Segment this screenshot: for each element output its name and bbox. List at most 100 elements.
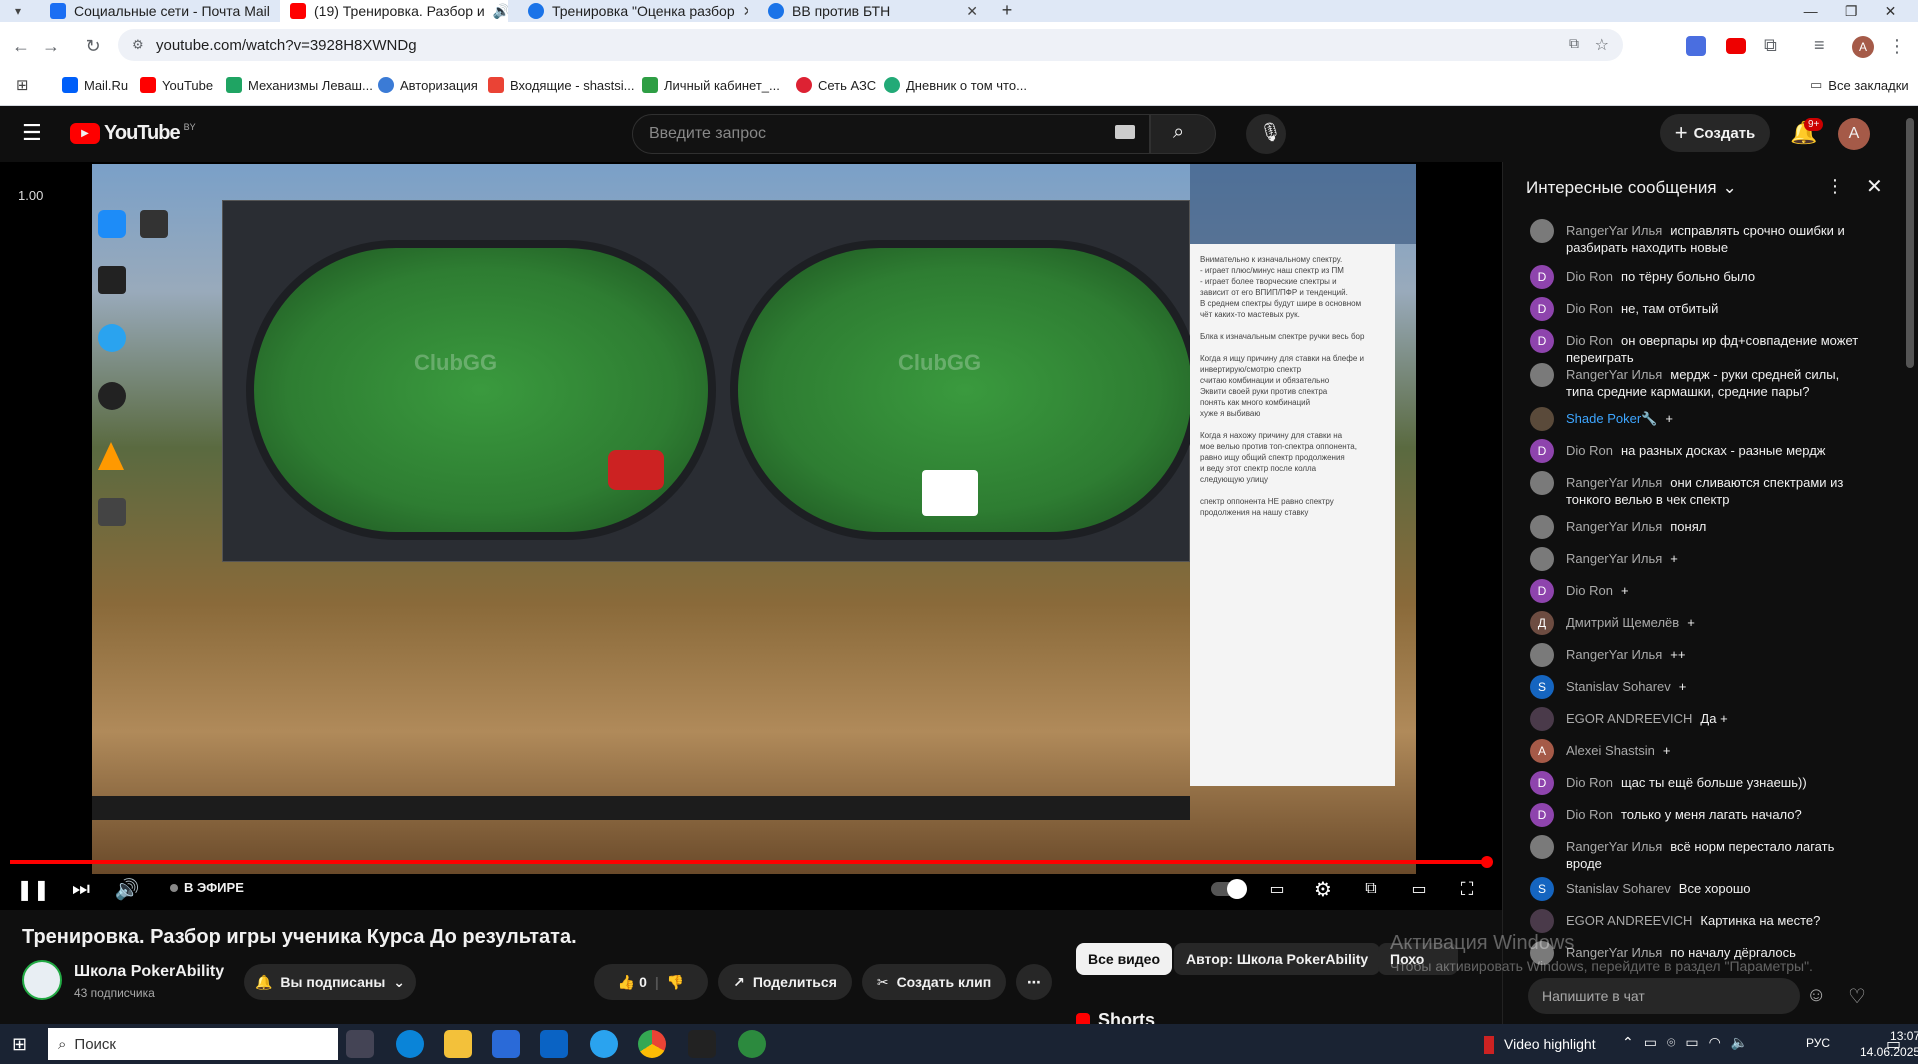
tray-app-icon[interactable]: ▭ xyxy=(1644,1034,1657,1051)
bookmark-star-icon[interactable]: ☆ xyxy=(1595,35,1609,55)
scrollbar-thumb[interactable] xyxy=(1906,118,1914,368)
bookmark-item[interactable]: Личный кабинет_... xyxy=(642,75,780,95)
theater-mode-icon[interactable]: ▭ xyxy=(1404,874,1434,904)
task-view-icon[interactable] xyxy=(346,1030,374,1058)
chat-message[interactable]: RangerYar Илья + xyxy=(1530,547,1870,571)
voice-search-button[interactable]: 🎙 xyxy=(1246,114,1286,154)
chat-author-avatar[interactable] xyxy=(1530,471,1554,495)
bookmark-item[interactable]: Авторизация xyxy=(378,75,478,95)
volume-icon[interactable]: 🔊 xyxy=(112,874,142,904)
profile-avatar[interactable]: A xyxy=(1852,36,1874,58)
tab-search-icon[interactable]: ▾ xyxy=(4,0,32,22)
new-tab-icon[interactable]: + xyxy=(996,0,1018,22)
chat-message[interactable]: Shade Poker🔧 + xyxy=(1530,407,1870,431)
account-avatar[interactable]: A xyxy=(1838,118,1870,150)
chat-input[interactable]: Напишите в чат xyxy=(1528,978,1800,1014)
notification-center-icon[interactable]: ▭ xyxy=(1886,1034,1901,1054)
maximize-icon[interactable]: ❐ xyxy=(1845,3,1858,20)
chat-author-name[interactable]: Dio Ron xyxy=(1566,775,1613,790)
chat-author-avatar[interactable] xyxy=(1530,909,1554,933)
autoplay-toggle[interactable] xyxy=(1206,874,1250,904)
chat-author-avatar[interactable]: D xyxy=(1530,579,1554,603)
channel-avatar[interactable] xyxy=(22,960,62,1000)
chat-author-name[interactable]: Dio Ron xyxy=(1566,807,1613,822)
chat-author-avatar[interactable] xyxy=(1530,407,1554,431)
bookmark-item[interactable]: YouTube xyxy=(140,75,213,95)
chat-message[interactable]: EGOR ANDREEVICH Да + xyxy=(1530,707,1870,731)
chat-author-avatar[interactable]: S xyxy=(1530,675,1554,699)
chat-message[interactable]: D Dio Ron на разных досках - разные мердж xyxy=(1530,439,1870,463)
taskbar-search[interactable]: ⌕ Поиск xyxy=(48,1028,338,1060)
bookmark-item[interactable]: Mail.Ru xyxy=(62,75,128,95)
chrome-icon[interactable] xyxy=(638,1030,666,1058)
tab-training[interactable]: Тренировка "Оценка разбор ✕ xyxy=(518,0,748,22)
heart-icon[interactable]: ♡ xyxy=(1848,984,1866,1009)
chat-message[interactable]: D Dio Ron только у меня лагать начало? xyxy=(1530,803,1870,827)
edge-icon[interactable] xyxy=(396,1030,424,1058)
store-icon[interactable] xyxy=(492,1030,520,1058)
all-bookmarks[interactable]: ▭ Все закладки xyxy=(1810,75,1909,95)
youtube-extension-icon[interactable] xyxy=(1726,38,1746,54)
chat-message[interactable]: RangerYar Илья всё норм перестало лагать … xyxy=(1530,835,1870,872)
extensions-icon[interactable]: ⧉ xyxy=(1764,35,1777,56)
youtube-logo[interactable]: ▶ YouTube BY xyxy=(70,122,196,145)
chat-author-avatar[interactable]: S xyxy=(1530,877,1554,901)
windows-start-icon[interactable]: ⊞ xyxy=(12,1034,27,1055)
search-button[interactable]: ⌕ xyxy=(1150,114,1216,154)
chat-author-name[interactable]: RangerYar Илья xyxy=(1566,519,1662,534)
telegram-icon[interactable] xyxy=(590,1030,618,1058)
chat-message[interactable]: RangerYar Илья ++ xyxy=(1530,643,1870,667)
more-actions-button[interactable]: ⋯ xyxy=(1016,964,1052,1000)
bookmark-item[interactable]: Дневник о том что... xyxy=(884,75,1027,95)
subtitles-icon[interactable]: ▭ xyxy=(1262,874,1292,904)
chat-author-name[interactable]: Stanislav Soharev xyxy=(1566,881,1671,896)
chat-author-avatar[interactable]: A xyxy=(1530,739,1554,763)
dislike-button[interactable]: 👎 xyxy=(667,974,684,991)
search-input[interactable]: Введите запрос xyxy=(632,114,1150,154)
audio-playing-icon[interactable]: 🔊 xyxy=(493,3,508,20)
chat-author-name[interactable]: RangerYar Илья xyxy=(1566,551,1662,566)
chat-message[interactable]: S Stanislav Soharev Все хорошо xyxy=(1530,877,1870,901)
wifi-icon[interactable]: ◠ xyxy=(1709,1034,1721,1051)
chat-author-avatar[interactable]: D xyxy=(1530,265,1554,289)
chat-message[interactable]: S Stanislav Soharev + xyxy=(1530,675,1870,699)
create-button[interactable]: + Создать xyxy=(1660,114,1770,152)
address-bar[interactable]: ⚙ youtube.com/watch?v=3928H8XWNDg ☆ ⧉ xyxy=(118,29,1623,61)
emoji-icon[interactable]: ☺ xyxy=(1806,984,1826,1007)
chat-author-avatar[interactable]: D xyxy=(1530,329,1554,353)
close-chat-icon[interactable]: ✕ xyxy=(1866,174,1883,199)
chat-author-name[interactable]: RangerYar Илья xyxy=(1566,223,1662,238)
pause-icon[interactable]: ❚❚ xyxy=(16,874,50,904)
chat-message[interactable]: RangerYar Илья мердж - руки средней силы,… xyxy=(1530,363,1870,400)
back-icon[interactable]: ← xyxy=(8,36,34,57)
chat-author-name[interactable]: Shade Poker🔧 xyxy=(1566,411,1657,426)
video-highlight-icon[interactable] xyxy=(1484,1036,1494,1054)
video-highlight-label[interactable]: Video highlight xyxy=(1504,1036,1596,1052)
hamburger-menu-icon[interactable]: ☰ xyxy=(22,120,42,146)
minimize-icon[interactable]: — xyxy=(1804,3,1818,19)
chat-author-avatar[interactable]: D xyxy=(1530,803,1554,827)
bookmark-item[interactable]: Сеть АЗС xyxy=(796,75,876,95)
apps-grid-icon[interactable]: ⊞ xyxy=(16,76,29,94)
chat-author-name[interactable]: Stanislav Soharev xyxy=(1566,679,1671,694)
tray-app-icon[interactable]: ▭ xyxy=(1685,1034,1698,1051)
chat-message[interactable]: RangerYar Илья исправлять срочно ошибки и… xyxy=(1530,219,1870,256)
chat-author-avatar[interactable]: D xyxy=(1530,771,1554,795)
chat-author-name[interactable]: Alexei Shastsin xyxy=(1566,743,1655,758)
chat-author-name[interactable]: Dio Ron xyxy=(1566,301,1613,316)
bookmark-item[interactable]: Входящие - shastsi... xyxy=(488,75,634,95)
chat-author-avatar[interactable]: D xyxy=(1530,439,1554,463)
language-indicator[interactable]: РУС xyxy=(1806,1036,1830,1050)
like-button[interactable]: 👍 0 xyxy=(618,974,647,991)
chat-message[interactable]: D Dio Ron щас ты ещё больше узнаешь)) xyxy=(1530,771,1870,795)
tab-bb-vs-btn[interactable]: BB против БТН ✕ xyxy=(758,0,988,22)
forward-icon[interactable]: → xyxy=(38,36,64,57)
chat-message[interactable]: D Dio Ron не, там отбитый xyxy=(1530,297,1870,321)
chip-author[interactable]: Автор: Школа PokerAbility xyxy=(1174,943,1381,975)
translate-extension-icon[interactable] xyxy=(1686,36,1706,56)
chat-author-avatar[interactable]: Д xyxy=(1530,611,1554,635)
subscribed-button[interactable]: 🔔 Вы подписаны ⌄ xyxy=(244,964,416,1000)
chat-author-name[interactable]: RangerYar Илья xyxy=(1566,839,1662,854)
chat-author-avatar[interactable]: D xyxy=(1530,297,1554,321)
chat-author-name[interactable]: EGOR ANDREEVICH xyxy=(1566,711,1692,726)
